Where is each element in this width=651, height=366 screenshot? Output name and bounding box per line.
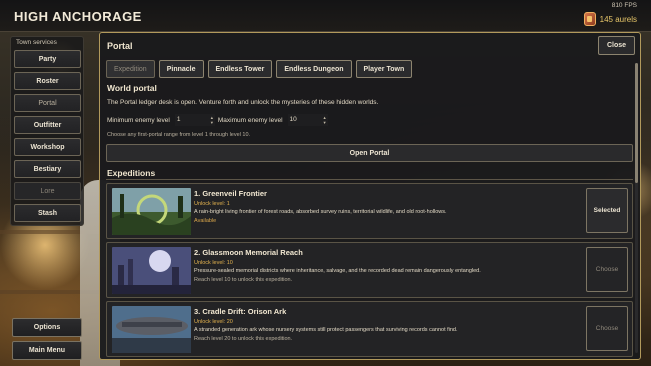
expedition-unlock-level: Unlock level: 10: [194, 260, 233, 266]
min-level-input[interactable]: 1 ▲ ▼: [174, 114, 215, 126]
tab-player-town[interactable]: Player Town: [355, 60, 413, 78]
expedition-status: Reach level 20 to unlock this expedition…: [194, 336, 293, 342]
open-portal-button[interactable]: Open Portal: [106, 144, 633, 162]
expedition-description: Pressure-sealed memorial districts where…: [194, 268, 481, 274]
world-portal-heading: World portal: [107, 83, 157, 93]
sidebar-item-workshop[interactable]: Workshop: [14, 138, 81, 156]
options-button[interactable]: Options: [12, 318, 82, 337]
sidebar-item-party[interactable]: Party: [14, 50, 81, 68]
town-title: HIGH ANCHORAGE: [14, 9, 142, 24]
sidebar-title: Town services: [16, 39, 57, 46]
expedition-unlock-level: Unlock level: 1: [194, 201, 230, 207]
currency-amount: 145 aurels: [599, 14, 637, 24]
expedition-thumbnail: [112, 306, 191, 353]
expedition-select-button[interactable]: Selected: [586, 188, 628, 233]
expedition-name: 1. Greenveil Frontier: [194, 189, 267, 198]
portal-panel: Portal Close Expedition Pinnacle Endless…: [99, 32, 641, 360]
main-menu-button[interactable]: Main Menu: [12, 341, 82, 360]
level-range-hint: Choose any first-portal range from level…: [107, 132, 251, 138]
expedition-choose-button[interactable]: Choose: [586, 247, 628, 292]
expedition-choose-button[interactable]: Choose: [586, 306, 628, 351]
expedition-list: 1. Greenveil Frontier Unlock level: 1 A …: [106, 183, 633, 359]
min-level-label: Minimum enemy level: [107, 116, 170, 124]
expedition-name: 2. Glassmoon Memorial Reach: [194, 248, 303, 257]
sidebar-item-bestiary[interactable]: Bestiary: [14, 160, 81, 178]
sidebar-item-outfitter[interactable]: Outfitter: [14, 116, 81, 134]
expedition-status: Reach level 10 to unlock this expedition…: [194, 277, 293, 283]
close-button[interactable]: Close: [598, 36, 635, 55]
sidebar-item-lore[interactable]: Lore: [14, 182, 81, 200]
section-divider: [106, 179, 633, 180]
expedition-name: 3. Cradle Drift: Orison Ark: [194, 307, 287, 316]
level-range-row: Minimum enemy level 1 ▲ ▼ Maximum enemy l…: [107, 114, 331, 126]
sidebar-item-stash[interactable]: Stash: [14, 204, 81, 222]
max-level-input[interactable]: 10 ▲ ▼: [287, 114, 328, 126]
sidebar-item-roster[interactable]: Roster: [14, 72, 81, 90]
expedition-unlock-level: Unlock level: 20: [194, 319, 233, 325]
town-services-sidebar: Town services Party Roster Portal Outfit…: [10, 36, 84, 226]
sidebar-item-portal[interactable]: Portal: [14, 94, 81, 112]
min-level-spinner-icon[interactable]: ▲ ▼: [210, 115, 214, 125]
max-level-spinner-icon[interactable]: ▲ ▼: [323, 115, 327, 125]
panel-title: Portal: [107, 41, 133, 51]
expedition-card: 1. Greenveil Frontier Unlock level: 1 A …: [106, 183, 633, 239]
aurel-coin-icon: [583, 12, 596, 26]
tab-endless-dungeon[interactable]: Endless Dungeon: [276, 60, 352, 78]
portal-tabs: Expedition Pinnacle Endless Tower Endles…: [106, 60, 413, 78]
min-level-value: 1: [176, 116, 181, 123]
tab-expedition[interactable]: Expedition: [106, 60, 155, 78]
tab-pinnacle[interactable]: Pinnacle: [158, 60, 204, 78]
expedition-card: 2. Glassmoon Memorial Reach Unlock level…: [106, 242, 633, 298]
expedition-thumbnail: [112, 247, 191, 294]
expedition-description: A rain-bright living frontier of forest …: [194, 209, 447, 215]
panel-scrollbar[interactable]: [635, 63, 638, 353]
expeditions-heading: Expeditions: [107, 168, 156, 178]
currency-display: 145 aurels: [583, 12, 637, 26]
max-level-value: 10: [289, 116, 297, 123]
tab-endless-tower[interactable]: Endless Tower: [207, 60, 273, 78]
expedition-thumbnail: [112, 188, 191, 235]
world-portal-description: The Portal ledger desk is open. Venture …: [107, 99, 379, 106]
expedition-card: 3. Cradle Drift: Orison Ark Unlock level…: [106, 301, 633, 357]
expedition-status: Available: [194, 218, 217, 224]
fps-counter: 810 FPS: [611, 2, 637, 9]
expedition-description: A stranded generation ark whose nursery …: [194, 327, 458, 333]
top-bar: HIGH ANCHORAGE 810 FPS 145 aurels: [0, 0, 651, 32]
scrollbar-thumb[interactable]: [635, 63, 638, 183]
max-level-label: Maximum enemy level: [217, 116, 283, 124]
